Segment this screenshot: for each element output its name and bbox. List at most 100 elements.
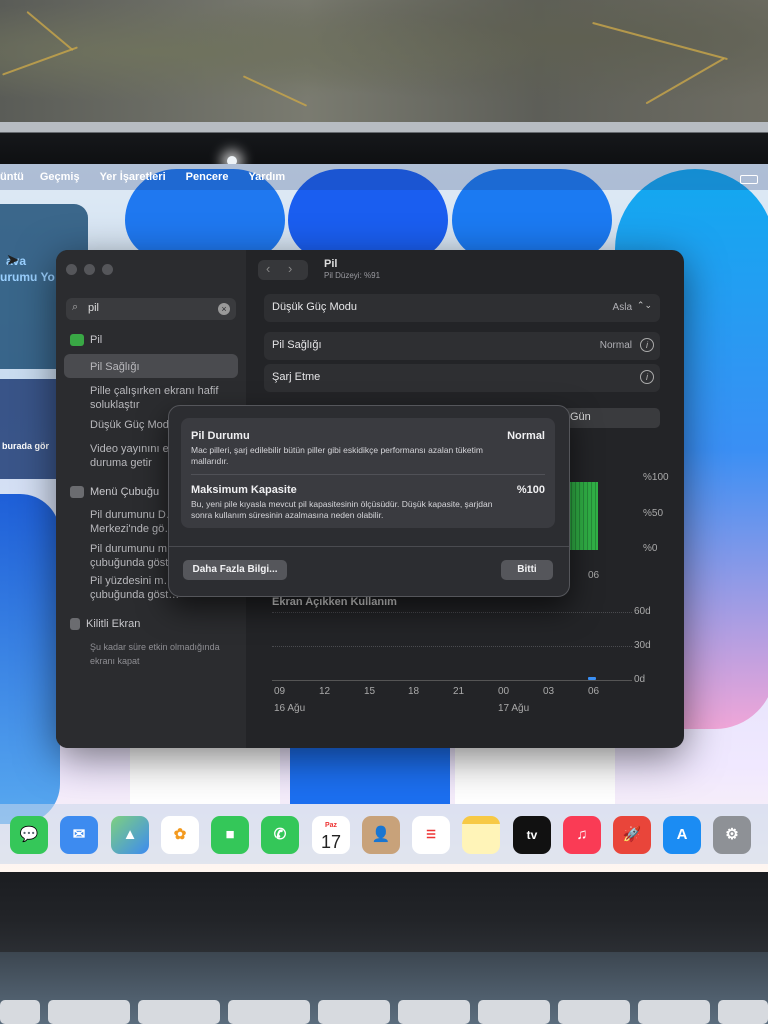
keyboard-key <box>398 1000 470 1024</box>
done-button[interactable]: Bitti <box>501 560 553 580</box>
keyboard-key <box>478 1000 550 1024</box>
usage-y-tick: 60d <box>634 606 651 617</box>
zoom-window-button[interactable] <box>102 264 113 275</box>
search-input[interactable]: pil <box>88 302 99 314</box>
contacts-icon[interactable]: 👤 <box>362 816 400 854</box>
usage-x-tick: 03 <box>543 686 555 697</box>
battery-health-row[interactable]: Pil Sağlığı Normal i <box>264 332 660 360</box>
laptop-bezel <box>0 122 768 170</box>
low-power-mode-label: Düşük Güç Modu <box>272 301 357 313</box>
sidebar-section-menubar[interactable]: Menü Çubuğu <box>70 486 159 499</box>
maps-icon[interactable]: ▲ <box>111 816 149 854</box>
photos-icon[interactable]: ✿ <box>161 816 199 854</box>
back-icon[interactable]: ‹ <box>266 261 270 276</box>
keyboard-key <box>558 1000 630 1024</box>
calendar-icon[interactable]: Paz 17 <box>312 816 350 854</box>
background-wall <box>0 0 768 130</box>
menu-bookmarks[interactable]: Yer İşaretleri <box>100 171 166 183</box>
reminders-icon[interactable]: ☰ <box>412 816 450 854</box>
marble-vein <box>242 75 308 107</box>
sidebar-item-battery-health[interactable]: Pil Sağlığı <box>90 360 240 374</box>
usage-y-tick: 0d <box>634 674 646 685</box>
side-widget-text: burada gör <box>2 441 50 451</box>
usage-grid-line <box>272 680 632 681</box>
mail-icon[interactable]: ✉ <box>60 816 98 854</box>
keyboard-key <box>718 1000 768 1024</box>
minimize-window-button[interactable] <box>84 264 95 275</box>
appletv-label: tv <box>526 828 538 842</box>
more-info-button[interactable]: Daha Fazla Bilgi... <box>183 560 287 580</box>
calendar-month: Paz <box>324 822 338 829</box>
charging-row[interactable]: Şarj Etme i <box>264 364 660 392</box>
widget-line-2: urumu Yo <box>0 270 55 284</box>
usage-day-label: 16 Ağu <box>274 703 306 714</box>
menu-view[interactable]: üntü <box>0 171 24 183</box>
appstore-icon[interactable]: A <box>663 816 701 854</box>
facetime-icon[interactable]: ■ <box>211 816 249 854</box>
usage-chart-title: Ekran Açıkken Kullanım <box>272 596 397 608</box>
menu-window[interactable]: Pencere <box>186 171 229 183</box>
low-power-mode-value[interactable]: Asla <box>613 302 632 313</box>
sidebar-section-battery[interactable]: Pil <box>70 334 103 347</box>
usage-x-tick: 15 <box>364 686 376 697</box>
keyboard-key <box>318 1000 390 1024</box>
battery-health-card: Pil Durumu Normal Mac pilleri, şarj edil… <box>181 418 555 528</box>
usage-grid-line <box>272 612 632 613</box>
level-bar <box>568 482 598 550</box>
search-field[interactable]: ⌕ pil × <box>66 298 236 320</box>
calendar-day: 17 <box>320 832 342 852</box>
keyboard-key <box>48 1000 130 1024</box>
clear-icon[interactable]: × <box>218 303 230 315</box>
usage-bar <box>588 677 596 680</box>
battery-health-dialog: Pil Durumu Normal Mac pilleri, şarj edil… <box>168 405 570 597</box>
forward-icon[interactable]: › <box>288 261 292 276</box>
search-icon: ⌕ <box>72 301 79 313</box>
battery-level-text: Pil Düzeyi: %91 <box>324 271 381 280</box>
battery-status-icon[interactable] <box>740 175 758 184</box>
level-y-tick: %0 <box>643 543 658 554</box>
phone-icon[interactable]: ✆ <box>261 816 299 854</box>
dock: 💬 ✉ ▲ ✿ ■ ✆ Paz 17 👤 ☰ tv ♫ 🚀 A ⚙ <box>0 804 768 864</box>
usage-grid-line <box>272 646 632 647</box>
usage-x-tick: 18 <box>408 686 420 697</box>
nav-buttons: ‹ › <box>258 260 308 280</box>
launchpad-icon[interactable]: 🚀 <box>613 816 651 854</box>
music-icon[interactable]: ♫ <box>563 816 601 854</box>
battery-health-label: Pil Sağlığı <box>272 339 322 351</box>
menubar-icon <box>70 486 84 499</box>
notes-icon[interactable] <box>462 816 500 854</box>
keyboard-key <box>138 1000 220 1024</box>
divider <box>169 546 569 547</box>
range-segment-label: Gün <box>570 411 591 423</box>
battery-status-description: Mac pilleri, şarj edilebilir bütün pille… <box>191 445 483 466</box>
battery-health-value: Normal <box>599 340 632 351</box>
system-settings-icon[interactable]: ⚙ <box>713 816 751 854</box>
range-segment-day[interactable]: Gün <box>564 408 660 428</box>
info-icon[interactable]: i <box>640 338 654 352</box>
wallpaper-shape <box>130 744 280 804</box>
info-icon[interactable]: i <box>640 370 654 384</box>
usage-x-tick: 12 <box>319 686 331 697</box>
low-power-mode-row[interactable]: Düşük Güç Modu Asla ⌃⌄ <box>264 294 660 322</box>
messages-icon[interactable]: 💬 <box>10 816 48 854</box>
menu-history[interactable]: Geçmiş <box>40 171 80 183</box>
usage-y-tick: 30d <box>634 640 651 651</box>
side-widget[interactable]: burada gör <box>0 379 60 479</box>
sidebar-item-turn-off-display[interactable]: Şu kadar süre etkin olmadığında ekranı k… <box>90 640 220 668</box>
wallpaper-shape <box>0 494 60 824</box>
keyboard-key <box>0 1000 40 1024</box>
chevron-updown-icon[interactable]: ⌃⌄ <box>637 300 652 311</box>
menu-help[interactable]: Yardım <box>248 171 285 183</box>
sidebar-section-label: Pil <box>90 334 103 346</box>
level-x-tick: 06 <box>588 570 600 581</box>
usage-x-tick: 06 <box>588 686 600 697</box>
lock-icon <box>70 618 80 631</box>
sidebar-section-lockscreen[interactable]: Kilitli Ekran <box>70 618 140 631</box>
close-window-button[interactable] <box>66 264 77 275</box>
max-capacity-title: Maksimum Kapasite <box>191 484 297 496</box>
appletv-icon[interactable]: tv <box>513 816 551 854</box>
mouse-pointer-icon: ➤ <box>6 252 20 269</box>
usage-day-label: 17 Ağu <box>498 703 530 714</box>
usage-x-tick: 21 <box>453 686 465 697</box>
keyboard-key <box>638 1000 710 1024</box>
